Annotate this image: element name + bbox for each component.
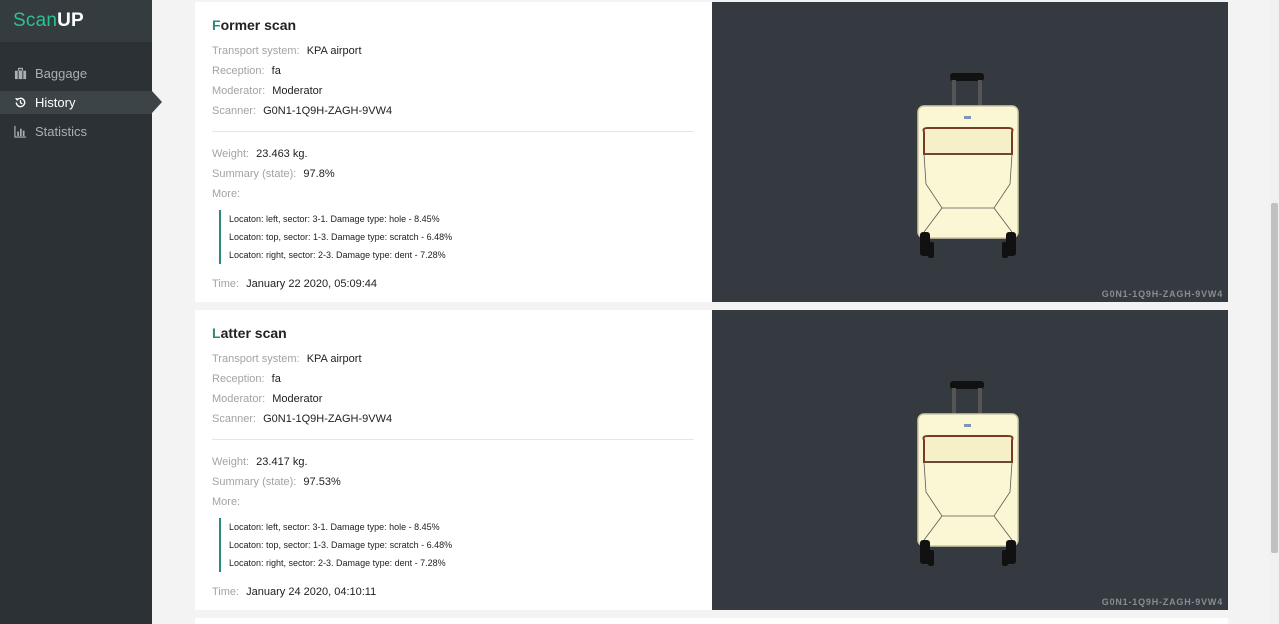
- damage-list: Locaton: left, sector: 3-1. Damage type:…: [219, 210, 694, 264]
- sidebar-item-label: History: [35, 95, 76, 110]
- bar-chart-icon: [13, 125, 27, 139]
- scan-photo[interactable]: G0N1-1Q9H-ZAGH-9VW4: [712, 310, 1228, 610]
- scanner-row: Scanner: G0N1-1Q9H-ZAGH-9VW4: [212, 409, 694, 429]
- logo-scan-text: Scan: [13, 10, 58, 31]
- damage-item: Locaton: left, sector: 3-1. Damage type:…: [229, 522, 440, 532]
- scanner-row: Scanner: G0N1-1Q9H-ZAGH-9VW4: [212, 101, 694, 121]
- scan-info: Former scan Transport system: KPA airpor…: [212, 2, 694, 294]
- briefcase-icon: [13, 67, 27, 81]
- scrollbar[interactable]: [1269, 0, 1279, 624]
- suitcase-image: [917, 73, 1019, 258]
- time-label: Time:: [212, 586, 240, 598]
- transport-value: KPA airport: [306, 353, 362, 365]
- scan-info: Latter scan Transport system: KPA airpor…: [212, 310, 694, 602]
- damage-list: Locaton: left, sector: 3-1. Damage type:…: [219, 518, 694, 572]
- reception-value: fa: [271, 65, 281, 77]
- summary-value: 97.8%: [303, 168, 335, 180]
- transport-label: Transport system:: [212, 45, 300, 57]
- reception-row: Reception: fa: [212, 369, 694, 389]
- time-row: Time: January 24 2020, 04:10:11: [212, 582, 694, 602]
- divider: [212, 131, 694, 132]
- card-title-initial: F: [212, 17, 221, 33]
- moderator-row: Moderator: Moderator: [212, 389, 694, 409]
- damage-item: Locaton: right, sector: 2-3. Damage type…: [229, 558, 446, 568]
- sidebar: Scan UP Baggage History Statistics: [0, 0, 162, 624]
- time-value: January 24 2020, 04:10:11: [246, 586, 377, 598]
- damage-item: Locaton: top, sector: 1-3. Damage type: …: [229, 540, 453, 550]
- photo-caption: G0N1-1Q9H-ZAGH-9VW4: [1101, 289, 1223, 299]
- more-label: More:: [212, 496, 241, 508]
- weight-label: Weight:: [212, 148, 250, 160]
- moderator-value: Moderator: [272, 85, 323, 97]
- reception-label: Reception:: [212, 65, 265, 77]
- transport-value: KPA airport: [306, 45, 362, 57]
- moderator-value: Moderator: [272, 393, 323, 405]
- history-icon: [13, 96, 27, 110]
- time-row: Time: January 22 2020, 05:09:44: [212, 274, 694, 294]
- reception-value: fa: [271, 373, 281, 385]
- damage-item: Locaton: left, sector: 3-1. Damage type:…: [229, 214, 440, 224]
- sidebar-item-label: Statistics: [35, 124, 88, 139]
- more-row: More:: [212, 492, 694, 512]
- scanner-label: Scanner:: [212, 105, 257, 117]
- card-title: Former scan: [212, 16, 694, 34]
- scan-card-next: [195, 618, 1228, 624]
- reception-label: Reception:: [212, 373, 265, 385]
- weight-row: Weight: 23.417 kg.: [212, 452, 694, 472]
- scan-card-former: Former scan Transport system: KPA airpor…: [195, 2, 1228, 302]
- divider: [212, 439, 694, 440]
- sidebar-nav: Baggage History Statistics: [0, 62, 162, 143]
- transport-row: Transport system: KPA airport: [212, 349, 694, 369]
- card-title: Latter scan: [212, 324, 694, 342]
- sidebar-item-label: Baggage: [35, 66, 88, 81]
- summary-label: Summary (state):: [212, 168, 297, 180]
- sidebar-item-history[interactable]: History: [0, 91, 162, 114]
- summary-row: Summary (state): 97.8%: [212, 164, 694, 184]
- transport-label: Transport system:: [212, 353, 300, 365]
- weight-value: 23.417 kg.: [256, 456, 308, 468]
- scan-photo[interactable]: G0N1-1Q9H-ZAGH-9VW4: [712, 2, 1228, 302]
- scanner-value: G0N1-1Q9H-ZAGH-9VW4: [263, 105, 393, 117]
- weight-label: Weight:: [212, 456, 250, 468]
- moderator-label: Moderator:: [212, 85, 266, 97]
- scrollbar-thumb[interactable]: [1271, 203, 1278, 553]
- logo[interactable]: Scan UP: [0, 0, 152, 42]
- scanner-value: G0N1-1Q9H-ZAGH-9VW4: [263, 413, 393, 425]
- weight-row: Weight: 23.463 kg.: [212, 144, 694, 164]
- suitcase-image: [917, 381, 1019, 566]
- damage-item: Locaton: right, sector: 2-3. Damage type…: [229, 250, 446, 260]
- more-label: More:: [212, 188, 241, 200]
- moderator-label: Moderator:: [212, 393, 266, 405]
- more-row: More:: [212, 184, 694, 204]
- transport-row: Transport system: KPA airport: [212, 41, 694, 61]
- card-title-rest: atter scan: [220, 325, 287, 341]
- scan-card-latter: Latter scan Transport system: KPA airpor…: [195, 310, 1228, 610]
- damage-item: Locaton: top, sector: 1-3. Damage type: …: [229, 232, 453, 242]
- sidebar-item-statistics[interactable]: Statistics: [0, 120, 152, 143]
- time-label: Time:: [212, 278, 240, 290]
- logo-up-text: UP: [57, 10, 84, 31]
- weight-value: 23.463 kg.: [256, 148, 308, 160]
- card-title-rest: ormer scan: [220, 17, 297, 33]
- photo-caption: G0N1-1Q9H-ZAGH-9VW4: [1101, 597, 1223, 607]
- scanner-label: Scanner:: [212, 413, 257, 425]
- summary-label: Summary (state):: [212, 476, 297, 488]
- summary-row: Summary (state): 97.53%: [212, 472, 694, 492]
- moderator-row: Moderator: Moderator: [212, 81, 694, 101]
- summary-value: 97.53%: [303, 476, 341, 488]
- card-title-initial: L: [212, 325, 221, 341]
- reception-row: Reception: fa: [212, 61, 694, 81]
- sidebar-item-baggage[interactable]: Baggage: [0, 62, 152, 85]
- time-value: January 22 2020, 05:09:44: [246, 278, 378, 290]
